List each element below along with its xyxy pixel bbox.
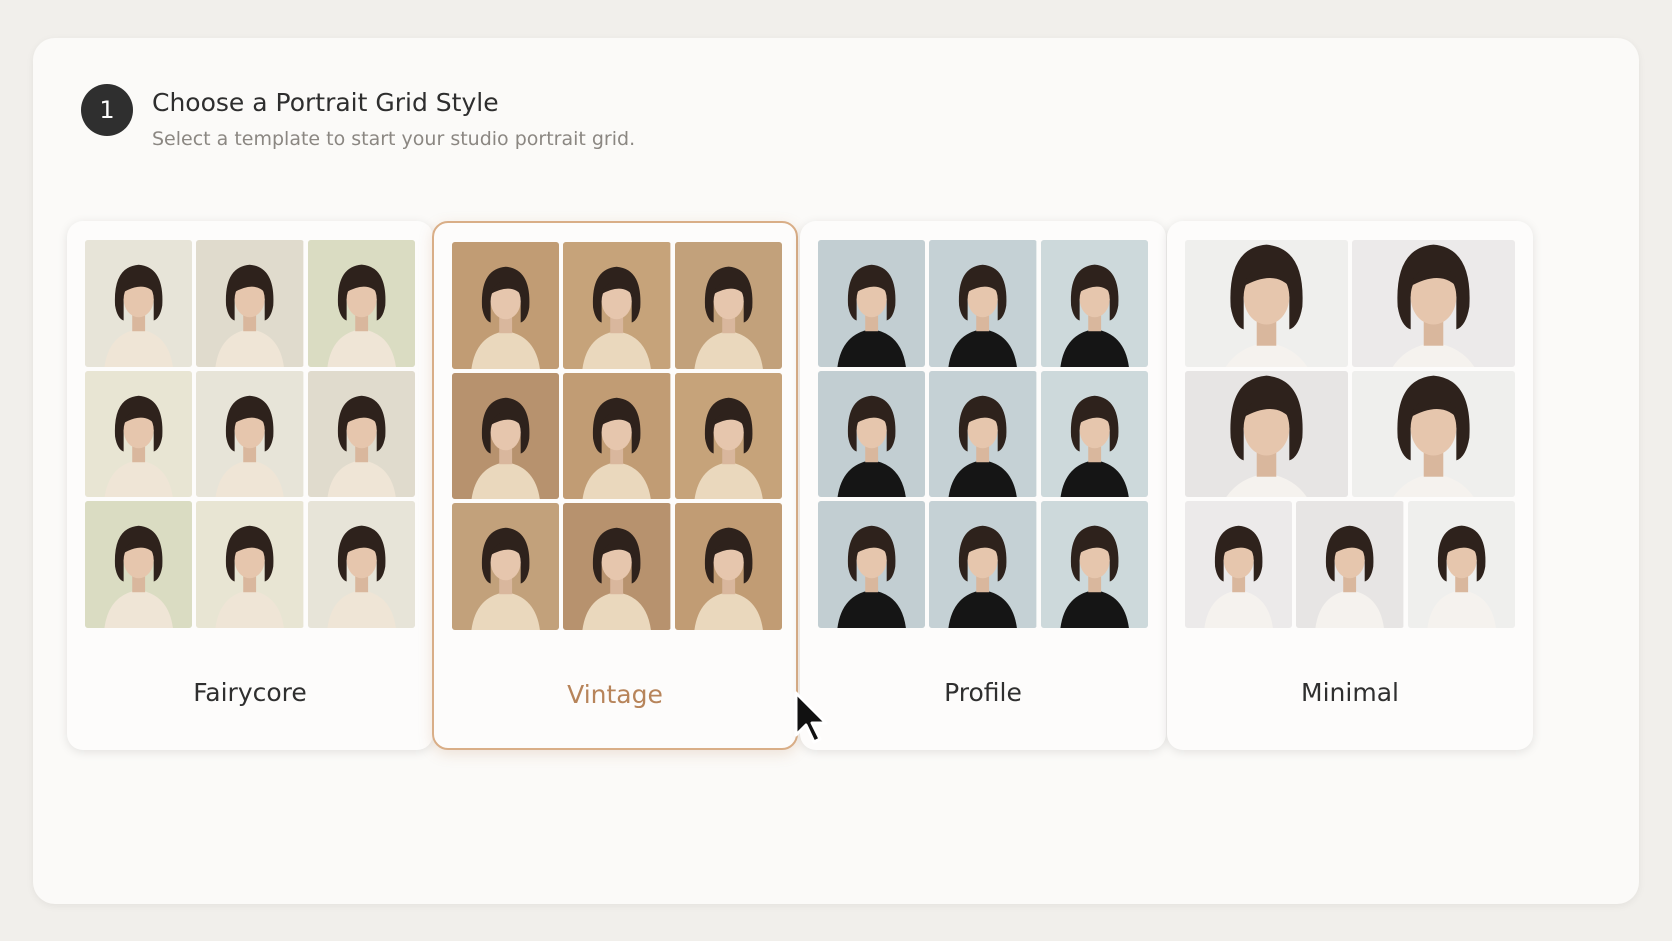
portrait-thumbnail [563, 503, 671, 630]
portrait-thumbnail [929, 370, 1037, 498]
portrait-grid-preview [452, 242, 782, 630]
portrait-thumbnail [1185, 240, 1348, 367]
portrait-thumbnail [1185, 501, 1293, 628]
portrait-thumbnail [85, 501, 193, 628]
portrait-thumbnail [1040, 370, 1148, 498]
template-label: Minimal [1301, 678, 1399, 707]
portrait-thumbnail [674, 503, 782, 630]
template-card-minimal[interactable]: Minimal [1167, 221, 1533, 750]
portrait-thumbnail [196, 370, 304, 498]
portrait-thumbnail [929, 240, 1037, 367]
portrait-thumbnail [1040, 501, 1148, 628]
portrait-thumbnail [818, 501, 926, 628]
portrait-thumbnail [818, 370, 926, 498]
portrait-thumbnail [85, 240, 193, 367]
portrait-thumbnail [563, 242, 671, 369]
portrait-thumbnail [307, 240, 415, 367]
portrait-thumbnail [674, 372, 782, 500]
portrait-thumbnail [452, 503, 560, 630]
template-label: Fairycore [193, 678, 307, 707]
portrait-thumbnail [85, 370, 193, 498]
portrait-thumbnail [1185, 370, 1348, 498]
portrait-thumbnail [452, 372, 560, 500]
portrait-grid-preview [818, 240, 1148, 628]
portrait-thumbnail [1407, 501, 1515, 628]
portrait-thumbnail [1040, 240, 1148, 367]
template-card-profile[interactable]: Profile [800, 221, 1166, 750]
template-label: Vintage [567, 680, 663, 709]
step-title: Choose a Portrait Grid Style [152, 88, 499, 117]
portrait-grid-preview [85, 240, 415, 628]
template-card-fairycore[interactable]: Fairycore [67, 221, 433, 750]
template-card-vintage[interactable]: Vintage [432, 221, 798, 750]
portrait-grid-preview [1185, 240, 1515, 628]
step-number-badge: 1 [81, 84, 133, 136]
portrait-thumbnail [452, 242, 560, 369]
portrait-thumbnail [818, 240, 926, 367]
portrait-thumbnail [307, 370, 415, 498]
portrait-thumbnail [307, 501, 415, 628]
portrait-thumbnail [196, 501, 304, 628]
portrait-thumbnail [196, 240, 304, 367]
portrait-thumbnail [1352, 240, 1515, 367]
portrait-thumbnail [1296, 501, 1404, 628]
template-label: Profile [944, 678, 1022, 707]
template-selection-panel: 1 Choose a Portrait Grid Style Select a … [33, 38, 1639, 904]
portrait-thumbnail [929, 501, 1037, 628]
portrait-thumbnail [563, 372, 671, 500]
arrow-pointer-icon [794, 691, 828, 744]
step-subtitle: Select a template to start your studio p… [152, 128, 636, 150]
portrait-thumbnail [674, 242, 782, 369]
portrait-thumbnail [1352, 370, 1515, 498]
